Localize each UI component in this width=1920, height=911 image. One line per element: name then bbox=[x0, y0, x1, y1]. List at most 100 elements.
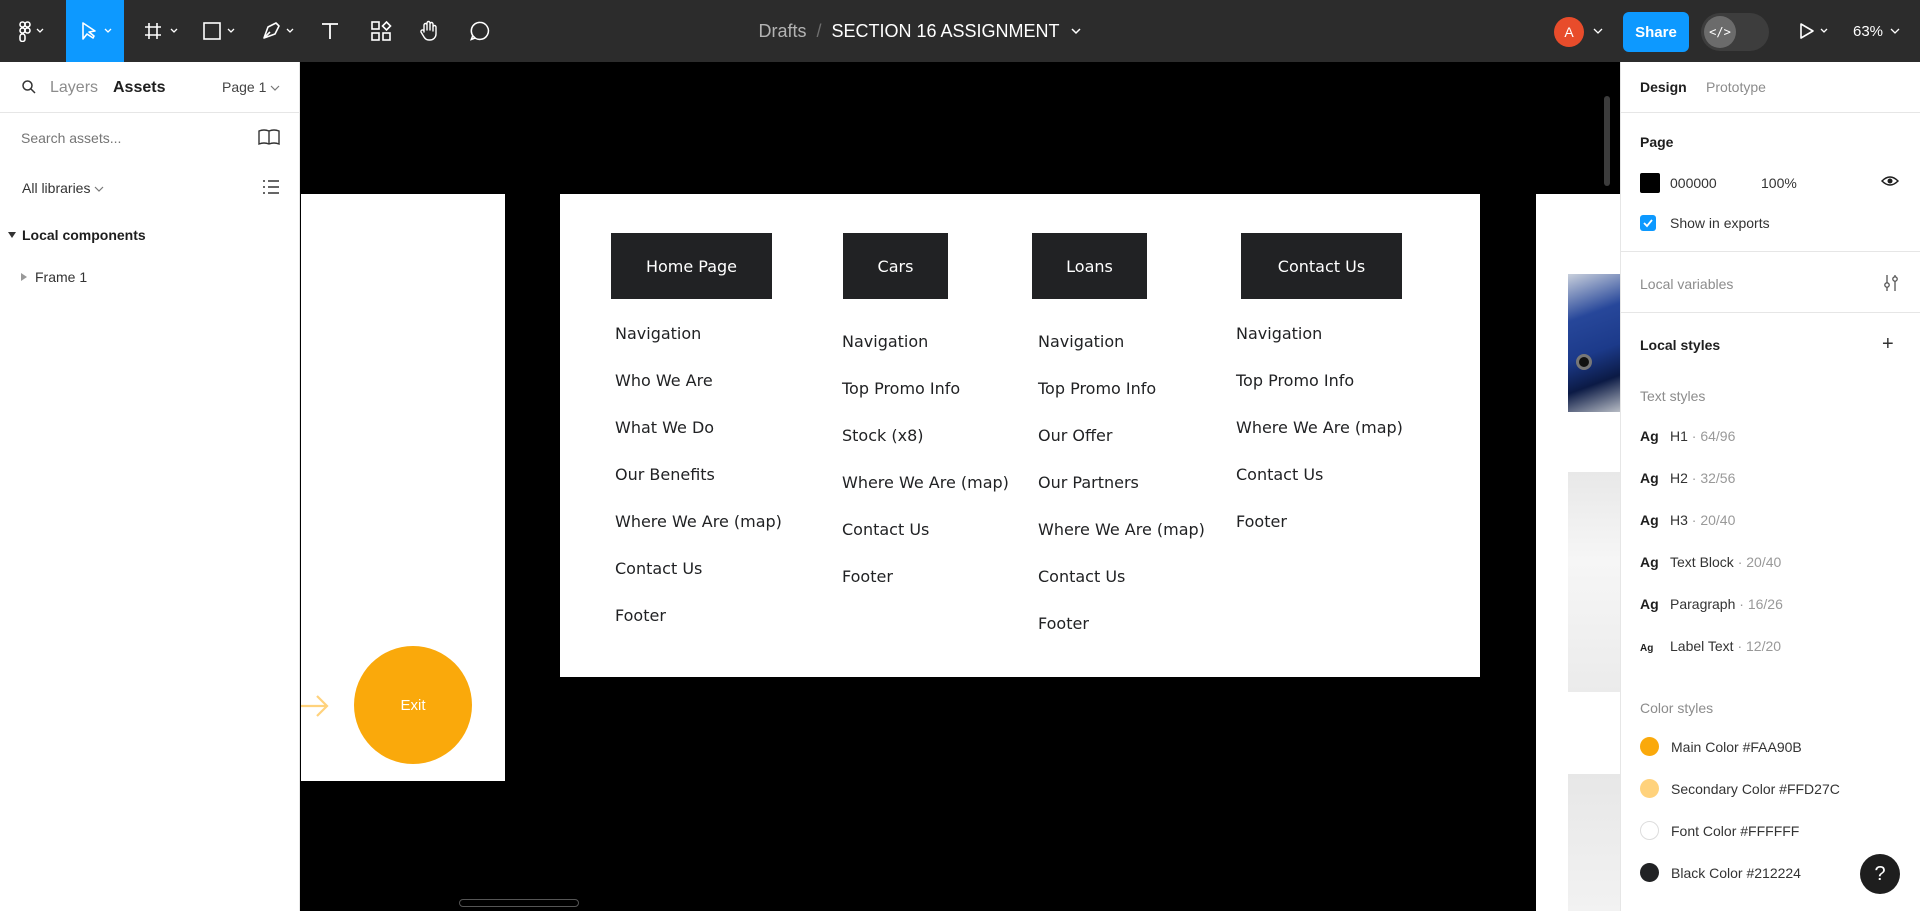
text-style-name: Paragraph bbox=[1670, 596, 1736, 612]
frame-tool-button[interactable] bbox=[138, 0, 184, 62]
present-button[interactable] bbox=[1795, 0, 1835, 62]
shape-tool-button[interactable] bbox=[197, 0, 243, 62]
plus-icon[interactable]: + bbox=[1882, 334, 1894, 354]
color-style-main[interactable]: Main Color #FAA90B bbox=[1640, 737, 1802, 756]
tab-assets[interactable]: Assets bbox=[113, 79, 165, 97]
sitemap-item: Contact Us bbox=[842, 520, 930, 539]
local-components-section[interactable]: Local components bbox=[8, 227, 146, 243]
right-panel: Design Prototype Page 000000 100% Show i… bbox=[1620, 62, 1920, 911]
vertical-scrollbar[interactable] bbox=[1604, 96, 1610, 186]
sitemap-item: Navigation bbox=[842, 332, 929, 351]
frame-right-artboard[interactable] bbox=[1536, 194, 1620, 911]
all-libraries-label: All libraries bbox=[22, 180, 91, 196]
sitemap-heading-contact-us[interactable]: Contact Us bbox=[1241, 233, 1402, 299]
design-canvas[interactable]: Exit Home Page Navigation Who We Are Wha… bbox=[301, 62, 1620, 911]
hand-tool-button[interactable] bbox=[414, 0, 444, 62]
dev-mode-code-icon: </> bbox=[1704, 16, 1736, 48]
text-style-ag: Ag bbox=[1640, 428, 1659, 444]
chevron-down-icon[interactable] bbox=[1070, 27, 1082, 35]
local-variables-label[interactable]: Local variables bbox=[1640, 276, 1733, 292]
comment-tool-button[interactable] bbox=[465, 0, 495, 62]
horizontal-scrollbar[interactable] bbox=[459, 899, 579, 907]
sitemap-heading-loans[interactable]: Loans bbox=[1032, 233, 1147, 299]
zoom-menu[interactable]: 63% bbox=[1853, 0, 1901, 62]
sitemap-item: Our Offer bbox=[1038, 426, 1113, 445]
move-tool-icon bbox=[82, 22, 112, 40]
caret-right-icon bbox=[21, 273, 27, 281]
sitemap-item: Contact Us bbox=[1236, 465, 1324, 484]
color-style-secondary[interactable]: Secondary Color #FFD27C bbox=[1640, 779, 1840, 798]
car-image bbox=[1568, 274, 1620, 412]
help-button[interactable]: ? bbox=[1860, 854, 1900, 894]
resources-button[interactable] bbox=[366, 0, 396, 62]
search-assets-input[interactable] bbox=[21, 130, 221, 146]
eye-icon[interactable] bbox=[1881, 174, 1899, 188]
tab-layers[interactable]: Layers bbox=[50, 79, 98, 97]
sitemap-item: Footer bbox=[1038, 614, 1089, 633]
move-tool-button[interactable] bbox=[66, 0, 124, 62]
chevron-down-icon bbox=[94, 186, 104, 192]
pen-tool-button[interactable] bbox=[256, 0, 302, 62]
resources-icon bbox=[371, 20, 392, 41]
color-style-black[interactable]: Black Color #212224 bbox=[1640, 863, 1801, 882]
color-style-font[interactable]: Font Color #FFFFFF bbox=[1640, 821, 1799, 840]
text-styles-heading: Text styles bbox=[1640, 388, 1706, 404]
page-background-swatch[interactable] bbox=[1640, 173, 1660, 193]
text-style-h2[interactable]: Ag H2 · 32/56 bbox=[1640, 470, 1735, 486]
text-style-text-block[interactable]: Ag Text Block · 20/40 bbox=[1640, 554, 1781, 570]
dev-mode-toggle[interactable]: </> bbox=[1701, 13, 1769, 51]
text-style-h1[interactable]: Ag H1 · 64/96 bbox=[1640, 428, 1735, 444]
avatar-chevron-down-icon[interactable] bbox=[1592, 27, 1604, 35]
search-icon[interactable] bbox=[21, 79, 37, 95]
text-style-ag: Ag bbox=[1640, 596, 1659, 612]
exit-button[interactable]: Exit bbox=[354, 646, 472, 764]
file-title[interactable]: SECTION 16 ASSIGNMENT bbox=[831, 21, 1059, 42]
text-style-meta: · 20/40 bbox=[1691, 512, 1736, 528]
sitemap-item: Footer bbox=[1236, 512, 1287, 531]
page-selector[interactable]: Page 1 bbox=[222, 79, 280, 95]
sitemap-item: Top Promo Info bbox=[1038, 379, 1157, 398]
left-panel: Layers Assets Page 1 All libraries Local… bbox=[0, 62, 300, 911]
text-style-name: H2 bbox=[1670, 470, 1688, 486]
comment-icon bbox=[470, 21, 490, 41]
tab-prototype[interactable]: Prototype bbox=[1706, 79, 1766, 95]
frame-tool-icon bbox=[145, 23, 178, 39]
breadcrumb-separator: / bbox=[816, 20, 822, 41]
frame-left-artboard[interactable]: Exit bbox=[301, 194, 505, 781]
chevron-down-icon bbox=[270, 85, 280, 91]
tab-design[interactable]: Design bbox=[1640, 79, 1687, 95]
page-background-opacity[interactable]: 100% bbox=[1761, 175, 1797, 191]
hand-tool-icon bbox=[420, 20, 437, 41]
list-view-icon[interactable] bbox=[262, 179, 280, 195]
sitemap-heading-cars[interactable]: Cars bbox=[843, 233, 948, 299]
share-button[interactable]: Share bbox=[1623, 12, 1689, 52]
text-style-paragraph[interactable]: Ag Paragraph · 16/26 bbox=[1640, 596, 1783, 612]
sitemap-heading-home-page[interactable]: Home Page bbox=[611, 233, 772, 299]
text-tool-button[interactable] bbox=[315, 0, 345, 62]
variables-icon[interactable] bbox=[1882, 273, 1900, 293]
color-style-label: Main Color #FAA90B bbox=[1671, 738, 1802, 755]
checkmark-icon bbox=[1643, 219, 1653, 228]
shape-tool-icon bbox=[203, 22, 235, 40]
text-style-name: H1 bbox=[1670, 428, 1688, 444]
color-swatch bbox=[1640, 821, 1659, 840]
library-book-icon[interactable] bbox=[257, 128, 281, 146]
show-in-exports-checkbox[interactable] bbox=[1640, 215, 1656, 231]
page-background-hex[interactable]: 000000 bbox=[1670, 175, 1717, 191]
page-heading: Page bbox=[1640, 134, 1674, 150]
text-style-label-text[interactable]: Ag Label Text · 12/20 bbox=[1640, 638, 1781, 654]
breadcrumb-drafts[interactable]: Drafts bbox=[758, 21, 806, 42]
sitemap-item: Navigation bbox=[1038, 332, 1125, 351]
user-avatar[interactable]: A bbox=[1554, 17, 1584, 47]
text-style-h3[interactable]: Ag H3 · 20/40 bbox=[1640, 512, 1735, 528]
divider bbox=[0, 112, 300, 113]
all-libraries-dropdown[interactable]: All libraries bbox=[22, 180, 104, 196]
sitemap-frame[interactable]: Home Page Navigation Who We Are What We … bbox=[560, 194, 1480, 677]
text-style-name: H3 bbox=[1670, 512, 1688, 528]
text-style-meta: · 12/20 bbox=[1737, 638, 1782, 654]
sitemap-item: Navigation bbox=[615, 324, 702, 343]
text-style-ag: Ag bbox=[1640, 554, 1659, 570]
main-menu-button[interactable] bbox=[8, 0, 54, 62]
text-style-ag: Ag bbox=[1640, 470, 1659, 486]
component-item-frame-1[interactable]: Frame 1 bbox=[21, 269, 87, 285]
